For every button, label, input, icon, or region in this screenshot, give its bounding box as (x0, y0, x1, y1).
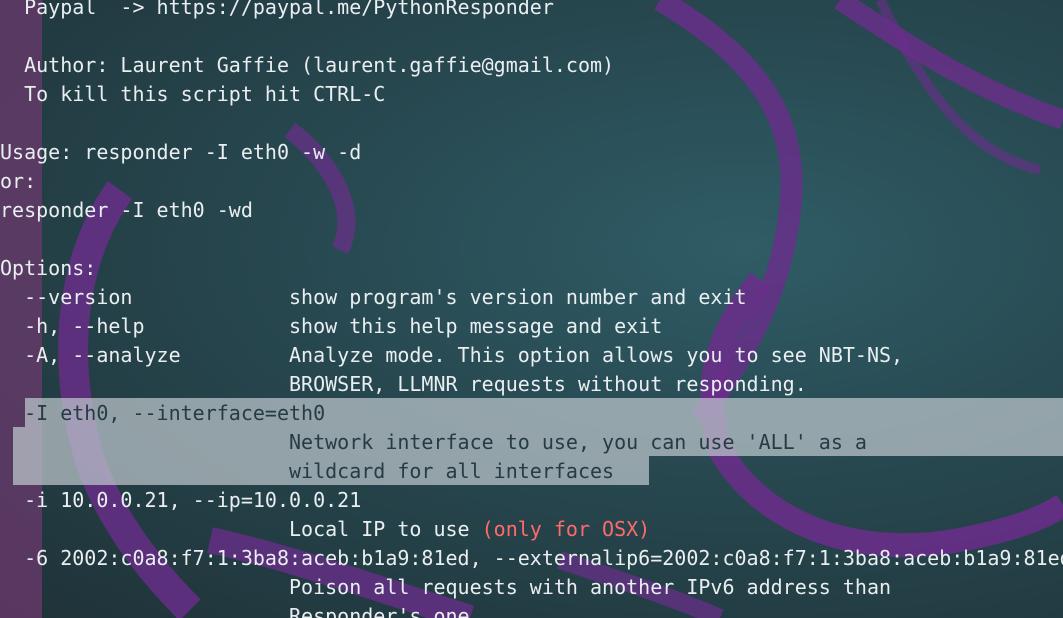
terminal-line: --version show program's version number … (0, 285, 747, 309)
terminal-line: Responder's one. (0, 604, 482, 618)
terminal-line: BROWSER, LLMNR requests without respondi… (0, 372, 807, 396)
terminal-line-selected: wildcard for all interfaces (0, 459, 615, 483)
terminal-line: -A, --analyze Analyze mode. This option … (0, 343, 904, 367)
terminal-line: To kill this script hit CTRL-C (0, 82, 386, 106)
terminal-line: -h, --help show this help message and ex… (0, 314, 663, 338)
terminal-line-selected: -I eth0, --interface=eth0 (0, 401, 326, 425)
osx-warning-text: (only for OSX) (481, 517, 651, 541)
terminal-line-selected: Network interface to use, you can use 'A… (0, 430, 867, 454)
terminal-line: Options: (0, 256, 97, 280)
terminal-line: Local IP to use (only for OSX) (0, 515, 650, 544)
terminal-line: Usage: responder -I eth0 -w -d (0, 140, 362, 164)
terminal-line: or: (0, 169, 37, 193)
terminal-line: -i 10.0.0.21, --ip=10.0.0.21 (0, 488, 362, 512)
terminal-line: responder -I eth0 -wd (0, 198, 253, 222)
terminal-line: Paypal -> https://paypal.me/PythonRespon… (0, 0, 554, 19)
terminal-line-text: Local IP to use (0, 517, 482, 541)
terminal-line: Author: Laurent Gaffie (laurent.gaffie@g… (0, 53, 615, 77)
terminal-line: Poison all requests with another IPv6 ad… (0, 575, 892, 599)
terminal-line: -6 2002:c0a8:f7:1:3ba8:aceb:b1a9:81ed, -… (0, 546, 1063, 570)
